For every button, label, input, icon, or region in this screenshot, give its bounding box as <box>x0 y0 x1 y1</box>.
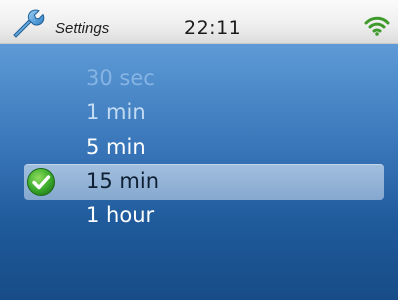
wrench-icon <box>13 9 45 38</box>
check-icon <box>27 168 55 196</box>
option-5-min[interactable]: 5 min <box>24 131 384 167</box>
option-label: 1 min <box>86 100 146 124</box>
status-title: Settings <box>55 20 110 37</box>
option-label: 5 min <box>86 135 146 159</box>
option-15-min-selected[interactable]: 15 min <box>24 164 384 200</box>
option-label: 30 sec <box>86 66 155 90</box>
clock-time: 22:11 <box>184 17 242 39</box>
wifi-icon <box>364 16 390 36</box>
option-1-min[interactable]: 1 min <box>24 96 384 132</box>
status-bar: Settings 22:11 <box>0 0 398 44</box>
option-30-sec[interactable]: 30 sec <box>24 62 384 98</box>
timeout-option-list: 30 sec 1 min 5 min 15 min 1 hour <box>0 44 398 300</box>
option-label: 1 hour <box>86 203 155 227</box>
option-1-hour[interactable]: 1 hour <box>24 199 384 235</box>
settings-screen: Settings 22:11 30 sec 1 min 5 min 15 min… <box>0 0 398 300</box>
option-label: 15 min <box>86 169 159 193</box>
settings-content: 30 sec 1 min 5 min 15 min 1 hour <box>0 44 398 300</box>
